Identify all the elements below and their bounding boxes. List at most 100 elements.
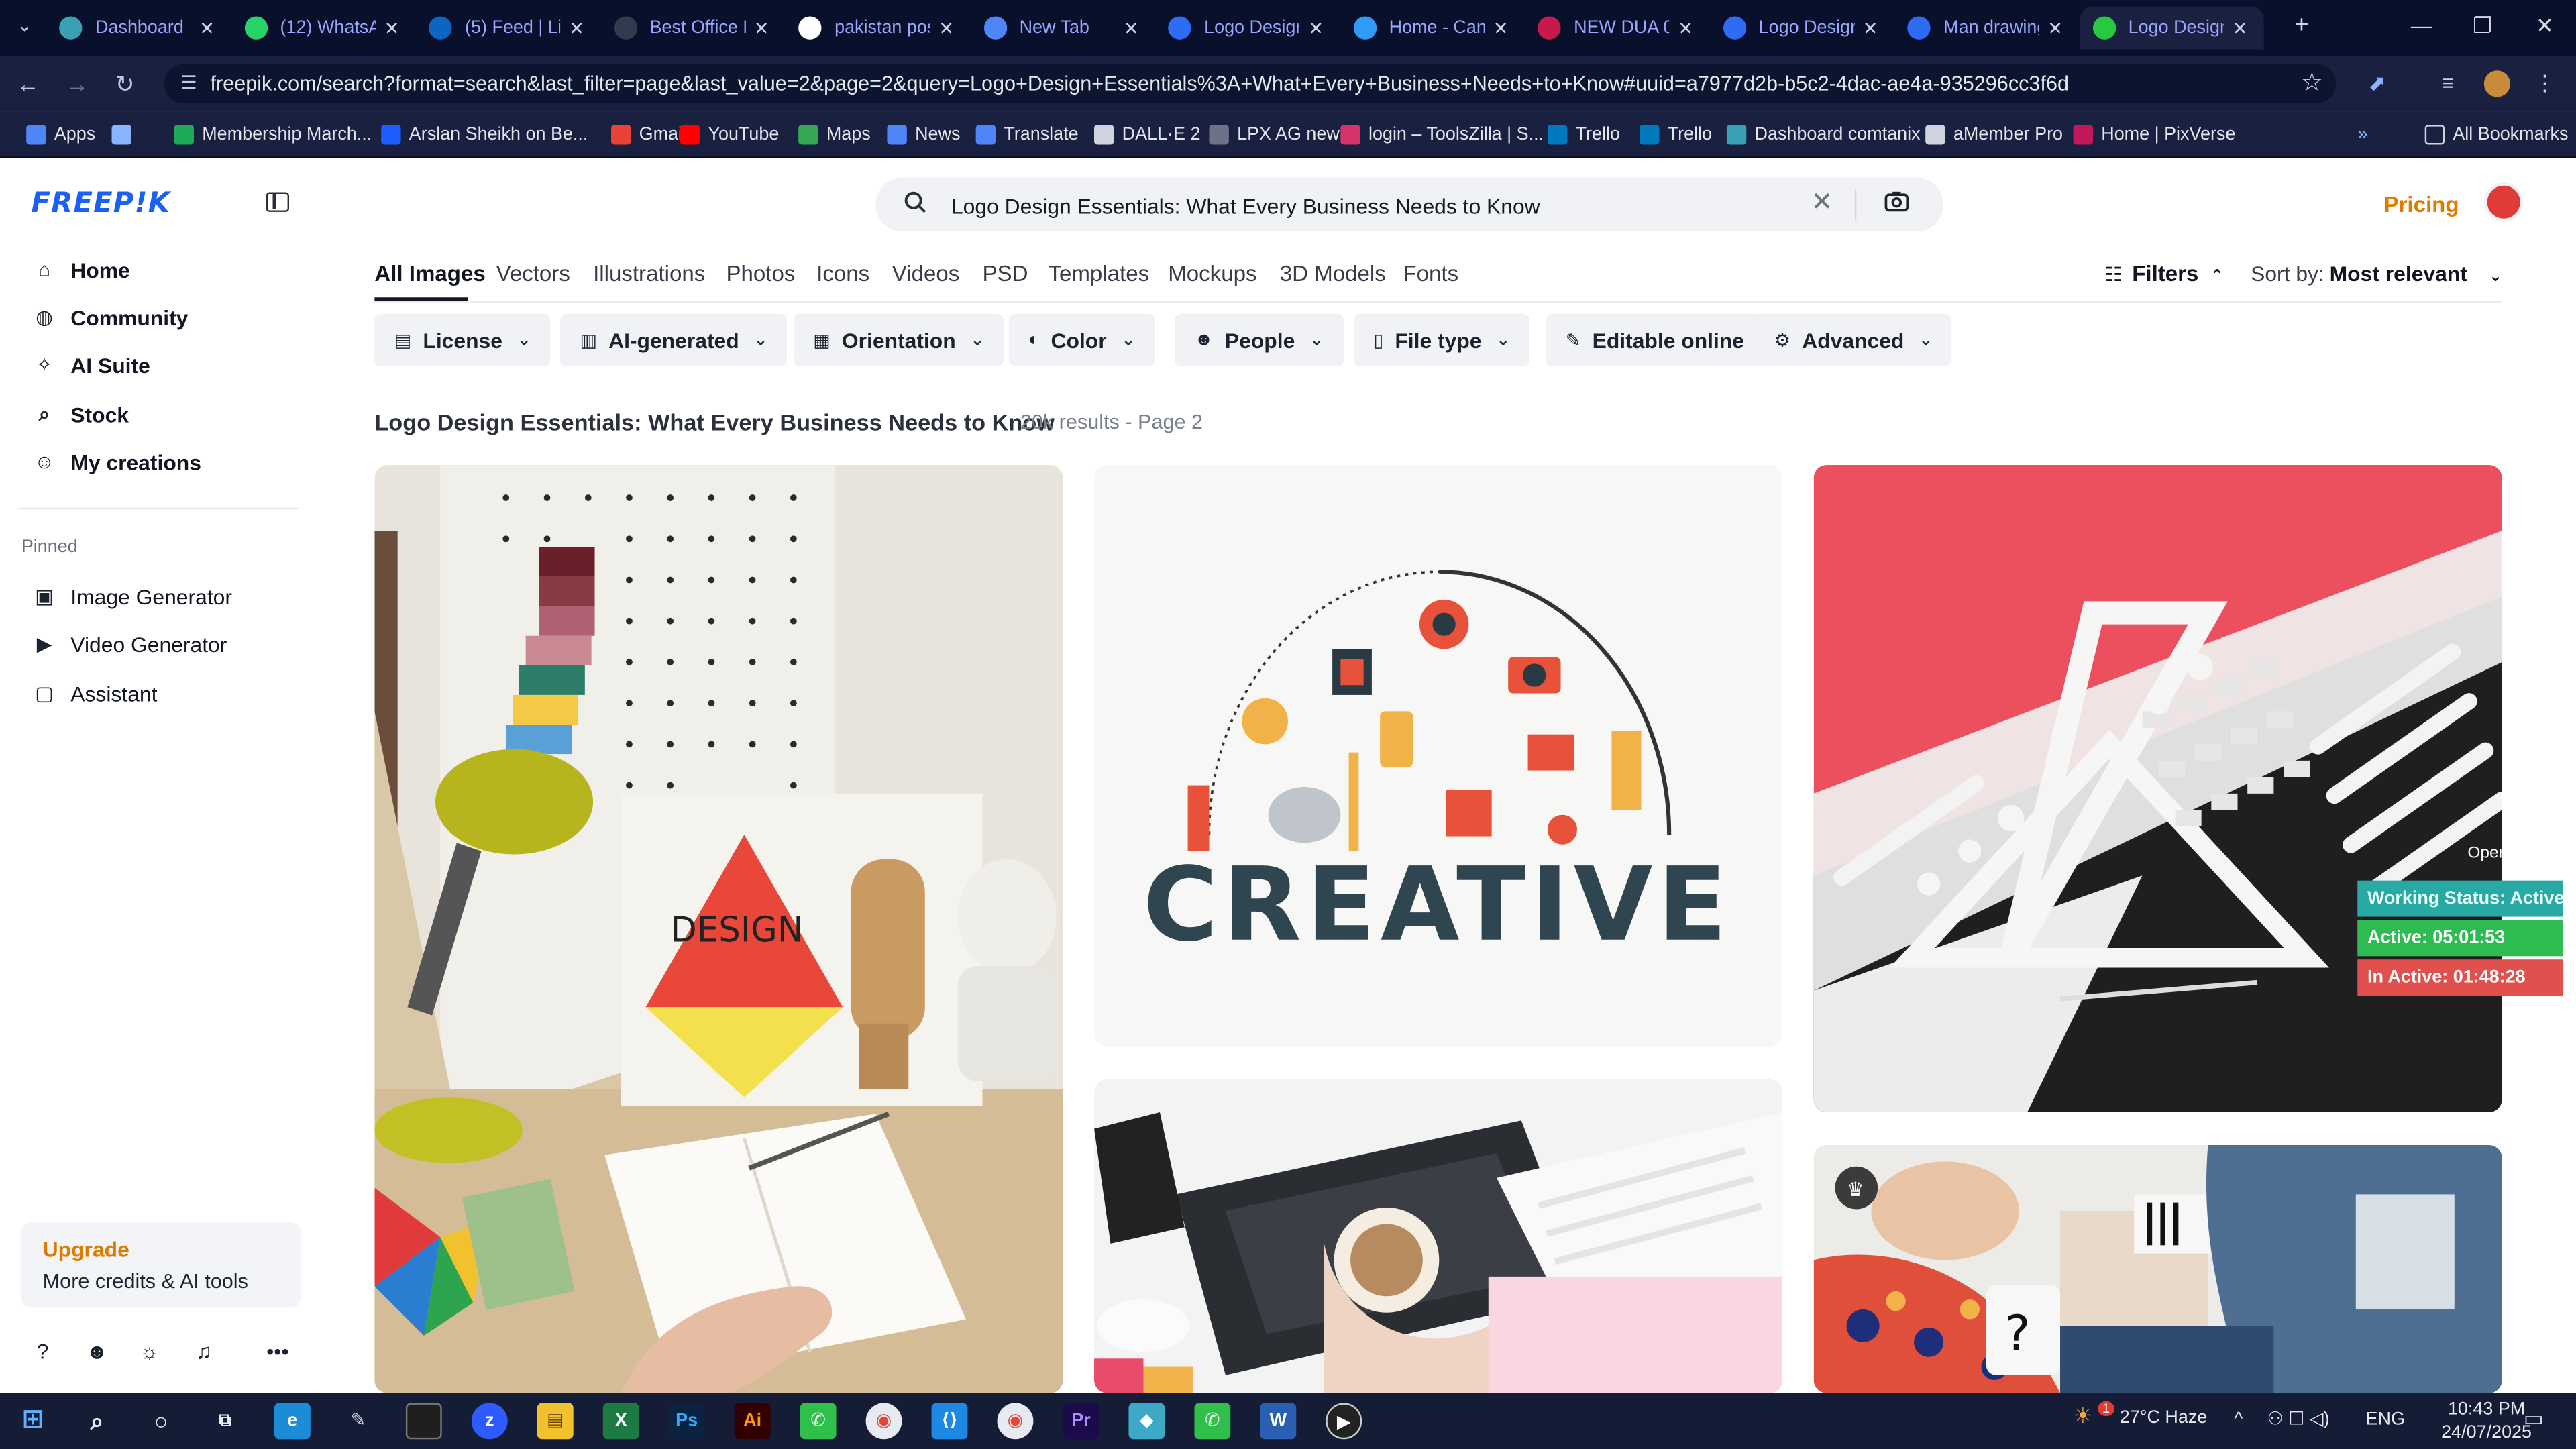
browser-tab[interactable]: Home - Canva ✕ xyxy=(1340,7,1523,50)
bookmark-item[interactable]: Arslan Sheikh on Be... xyxy=(381,121,588,148)
bookmark-item[interactable]: News xyxy=(887,121,960,148)
browser-tab[interactable]: pakistan post ✕ xyxy=(786,7,969,50)
sort-dropdown[interactable]: Most relevant ⌄ xyxy=(2330,261,2503,286)
filter-license[interactable]: ▤ License ⌄ xyxy=(374,313,551,367)
language-indicator[interactable]: ENG xyxy=(2366,1409,2405,1429)
tab-close-icon[interactable]: ✕ xyxy=(567,17,586,38)
result-card-tablet-coffee[interactable] xyxy=(1094,1079,1783,1393)
browser-tab[interactable]: New Tab ✕ xyxy=(970,7,1154,50)
more-bookmarks-icon[interactable]: » xyxy=(2357,121,2367,148)
sidebar-item-my-creations[interactable]: ☺ My creations xyxy=(19,439,302,485)
search-input[interactable] xyxy=(951,189,1806,222)
pricing-link[interactable]: Pricing xyxy=(2383,193,2459,217)
notification-bell-icon[interactable]: ♫ xyxy=(191,1339,217,1365)
tab-psd[interactable]: PSD xyxy=(982,261,1028,286)
zoom-icon[interactable]: z xyxy=(471,1403,508,1440)
action-center-icon[interactable]: ▭ xyxy=(2524,1406,2544,1432)
media-control-icon[interactable]: ≡ xyxy=(2433,70,2463,97)
app-green-icon[interactable]: ✆ xyxy=(800,1403,837,1440)
tab-templates[interactable]: Templates xyxy=(1048,261,1149,286)
filter-editable-online[interactable]: ✎ Editable online xyxy=(1546,313,1764,367)
file-explorer-icon[interactable]: ▤ xyxy=(537,1403,574,1440)
collapse-sidebar-icon[interactable] xyxy=(266,192,290,212)
weather-widget[interactable]: ☀ 1 27°C Haze xyxy=(2074,1401,2207,1429)
bookmark-item[interactable]: Translate xyxy=(975,121,1079,148)
browser-tab[interactable]: Dashboard ✕ xyxy=(46,7,230,50)
discord-icon[interactable]: ☻ xyxy=(84,1339,110,1365)
camera-search-icon[interactable] xyxy=(1884,191,1913,217)
vscode-icon[interactable]: ⟨⟩ xyxy=(931,1403,968,1440)
result-card-creative[interactable]: CREATIVE xyxy=(1094,465,1783,1047)
tab-photos[interactable]: Photos xyxy=(726,261,795,286)
forward-arrow-icon[interactable]: → xyxy=(62,69,92,99)
tab-illustrations[interactable]: Illustrations xyxy=(593,261,705,286)
tab-3d-models[interactable]: 3D Models xyxy=(1280,261,1386,286)
browser-tab[interactable]: NEW DUA 0 ✕ xyxy=(1525,7,1709,50)
filter-file-type[interactable]: ▯ File type ⌄ xyxy=(1353,313,1530,367)
all-bookmarks[interactable]: All Bookmarks xyxy=(2424,121,2568,148)
close-window-icon[interactable]: ✕ xyxy=(2514,0,2576,52)
tray-icons[interactable]: ⚇ ☐ ◁) xyxy=(2267,1408,2330,1429)
tab-close-icon[interactable]: ✕ xyxy=(751,17,771,38)
filters-toggle[interactable]: ☷ Filters ⌃ xyxy=(2104,261,2224,286)
clear-search-icon[interactable]: ✕ xyxy=(1807,189,1837,219)
profile-avatar[interactable] xyxy=(2482,70,2512,97)
minimize-icon[interactable]: — xyxy=(2390,0,2453,52)
browser-tab[interactable]: Logo Design ✕ xyxy=(2079,6,2263,50)
bookmark-item[interactable]: DALL·E 2 xyxy=(1094,121,1200,148)
tab-close-icon[interactable]: ✕ xyxy=(1491,17,1510,38)
tab-close-icon[interactable]: ✕ xyxy=(936,17,956,38)
chrome-active-icon[interactable]: ◉ xyxy=(997,1403,1034,1440)
tab-vectors[interactable]: Vectors xyxy=(496,261,570,286)
browser-menu-icon[interactable]: ⋮ xyxy=(2530,70,2559,97)
terminal-icon[interactable] xyxy=(405,1403,442,1440)
back-arrow-icon[interactable]: ← xyxy=(13,69,43,99)
browser-tab[interactable]: Man drawing ✕ xyxy=(1894,7,2078,50)
photoshop-icon[interactable]: Ps xyxy=(668,1403,705,1440)
sidebar-item-ai-suite[interactable]: ✧ AI Suite xyxy=(19,341,302,388)
tab-close-icon[interactable]: ✕ xyxy=(1860,17,1880,38)
taskbar-search-icon[interactable]: ⌕ xyxy=(79,1403,115,1439)
bookmark-item[interactable] xyxy=(111,121,140,148)
bookmark-item[interactable]: Home | PixVerse xyxy=(2073,121,2235,148)
tab-close-icon[interactable]: ✕ xyxy=(1676,17,1695,38)
open-app-link[interactable]: Open App ↗ xyxy=(2467,845,2559,863)
tab-close-icon[interactable]: ✕ xyxy=(2045,17,2065,38)
bookmark-item[interactable]: login – ToolsZilla | S... xyxy=(1340,121,1544,148)
premiere-icon[interactable]: Pr xyxy=(1063,1403,1099,1440)
filter-ai-generated[interactable]: ▥ AI-generated ⌄ xyxy=(560,313,788,367)
sidebar-item-assistant[interactable]: ▢ Assistant xyxy=(19,670,302,716)
upgrade-box[interactable]: Upgrade More credits & AI tools xyxy=(21,1222,301,1308)
site-info-icon[interactable]: ☰ xyxy=(177,72,200,95)
result-card-women-mugs[interactable]: ? ♛ xyxy=(1813,1144,2502,1393)
illustrator-icon[interactable]: Ai xyxy=(734,1403,771,1440)
edge-icon[interactable]: e xyxy=(274,1403,311,1440)
more-dots-icon[interactable]: ••• xyxy=(264,1339,290,1365)
word-icon[interactable]: W xyxy=(1260,1403,1297,1440)
sidebar-item-stock[interactable]: ⌕ Stock xyxy=(19,391,302,437)
bookmark-item[interactable]: LPX AG new xyxy=(1209,121,1340,148)
cortana-icon[interactable]: ○ xyxy=(143,1403,179,1439)
sidebar-item-video-generator[interactable]: ▶ Video Generator xyxy=(19,621,302,667)
bookmark-item[interactable]: Maps xyxy=(798,121,871,148)
tab-close-icon[interactable]: ✕ xyxy=(382,17,401,38)
filter-people[interactable]: ☻ People ⌄ xyxy=(1175,313,1344,367)
bookmark-item[interactable]: aMember Pro xyxy=(1925,121,2063,148)
task-view-icon[interactable]: ⧉ xyxy=(207,1403,244,1439)
browser-tab[interactable]: Best Office Furniture ✕ xyxy=(600,7,784,50)
app-phone-icon[interactable]: ✆ xyxy=(1194,1403,1231,1440)
tab-icons[interactable]: Icons xyxy=(816,261,869,286)
bookmark-item[interactable]: Dashboard comtanix xyxy=(1726,121,1921,148)
new-tab-plus-icon[interactable]: + xyxy=(2287,11,2316,41)
theme-sun-icon[interactable]: ☼ xyxy=(136,1339,162,1365)
chrome-icon[interactable]: ◉ xyxy=(865,1403,902,1440)
tab-close-icon[interactable]: ✕ xyxy=(2230,17,2249,38)
tab-close-icon[interactable]: ✕ xyxy=(1306,17,1326,38)
search-icon[interactable] xyxy=(904,191,930,217)
browser-tab[interactable]: (12) WhatsApp ✕ xyxy=(231,7,415,50)
app-diamond-icon[interactable]: ◆ xyxy=(1128,1403,1165,1440)
restore-icon[interactable]: ❐ xyxy=(2451,0,2514,52)
bookmark-item[interactable]: Gmail xyxy=(611,121,686,148)
user-avatar[interactable] xyxy=(2483,182,2524,222)
tab-search-chevron-icon[interactable]: ⌄ xyxy=(10,15,40,41)
